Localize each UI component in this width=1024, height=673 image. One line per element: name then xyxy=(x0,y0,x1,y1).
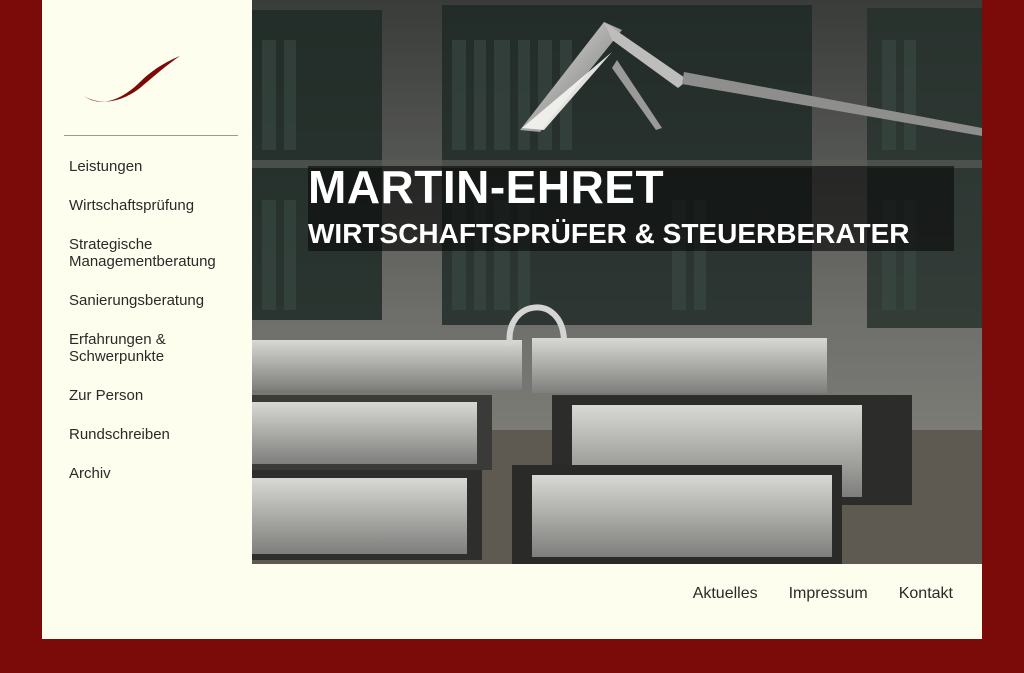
hero-subtitle: WIRTSCHAFTSPRÜFER & STEUERBERATER xyxy=(308,218,910,249)
sidebar-divider xyxy=(64,135,238,136)
footer-nav: Aktuelles Impressum Kontakt xyxy=(693,585,953,603)
logo-swoosh-icon[interactable] xyxy=(82,52,182,106)
sidebar: Leistungen Wirtschaftsprüfung Strategisc… xyxy=(42,0,252,564)
sidebar-nav: Leistungen Wirtschaftsprüfung Strategisc… xyxy=(69,158,249,504)
footer-link-aktuelles[interactable]: Aktuelles xyxy=(693,585,758,603)
page-container: Leistungen Wirtschaftsprüfung Strategisc… xyxy=(42,0,982,639)
sidebar-item-wirtschaftspruefung[interactable]: Wirtschaftsprüfung xyxy=(69,197,249,214)
sidebar-item-strategische-managementberatung[interactable]: Strategische Managementberatung xyxy=(69,236,239,270)
sidebar-item-erfahrungen-schwerpunkte[interactable]: Erfahrungen & Schwerpunkte xyxy=(69,331,189,365)
footer-link-kontakt[interactable]: Kontakt xyxy=(899,585,953,603)
hero-image: MARTIN-EHRET WIRTSCHAFTSPRÜFER & STEUERB… xyxy=(252,0,982,564)
hero-title: MARTIN-EHRET xyxy=(308,161,665,213)
footer-link-impressum[interactable]: Impressum xyxy=(789,585,868,603)
sidebar-item-rundschreiben[interactable]: Rundschreiben xyxy=(69,426,249,443)
sidebar-item-sanierungsberatung[interactable]: Sanierungsberatung xyxy=(69,292,249,309)
hero-photo-illustration xyxy=(252,0,982,564)
sidebar-item-leistungen[interactable]: Leistungen xyxy=(69,158,249,175)
sidebar-item-archiv[interactable]: Archiv xyxy=(69,465,249,482)
sidebar-item-zur-person[interactable]: Zur Person xyxy=(69,387,249,404)
